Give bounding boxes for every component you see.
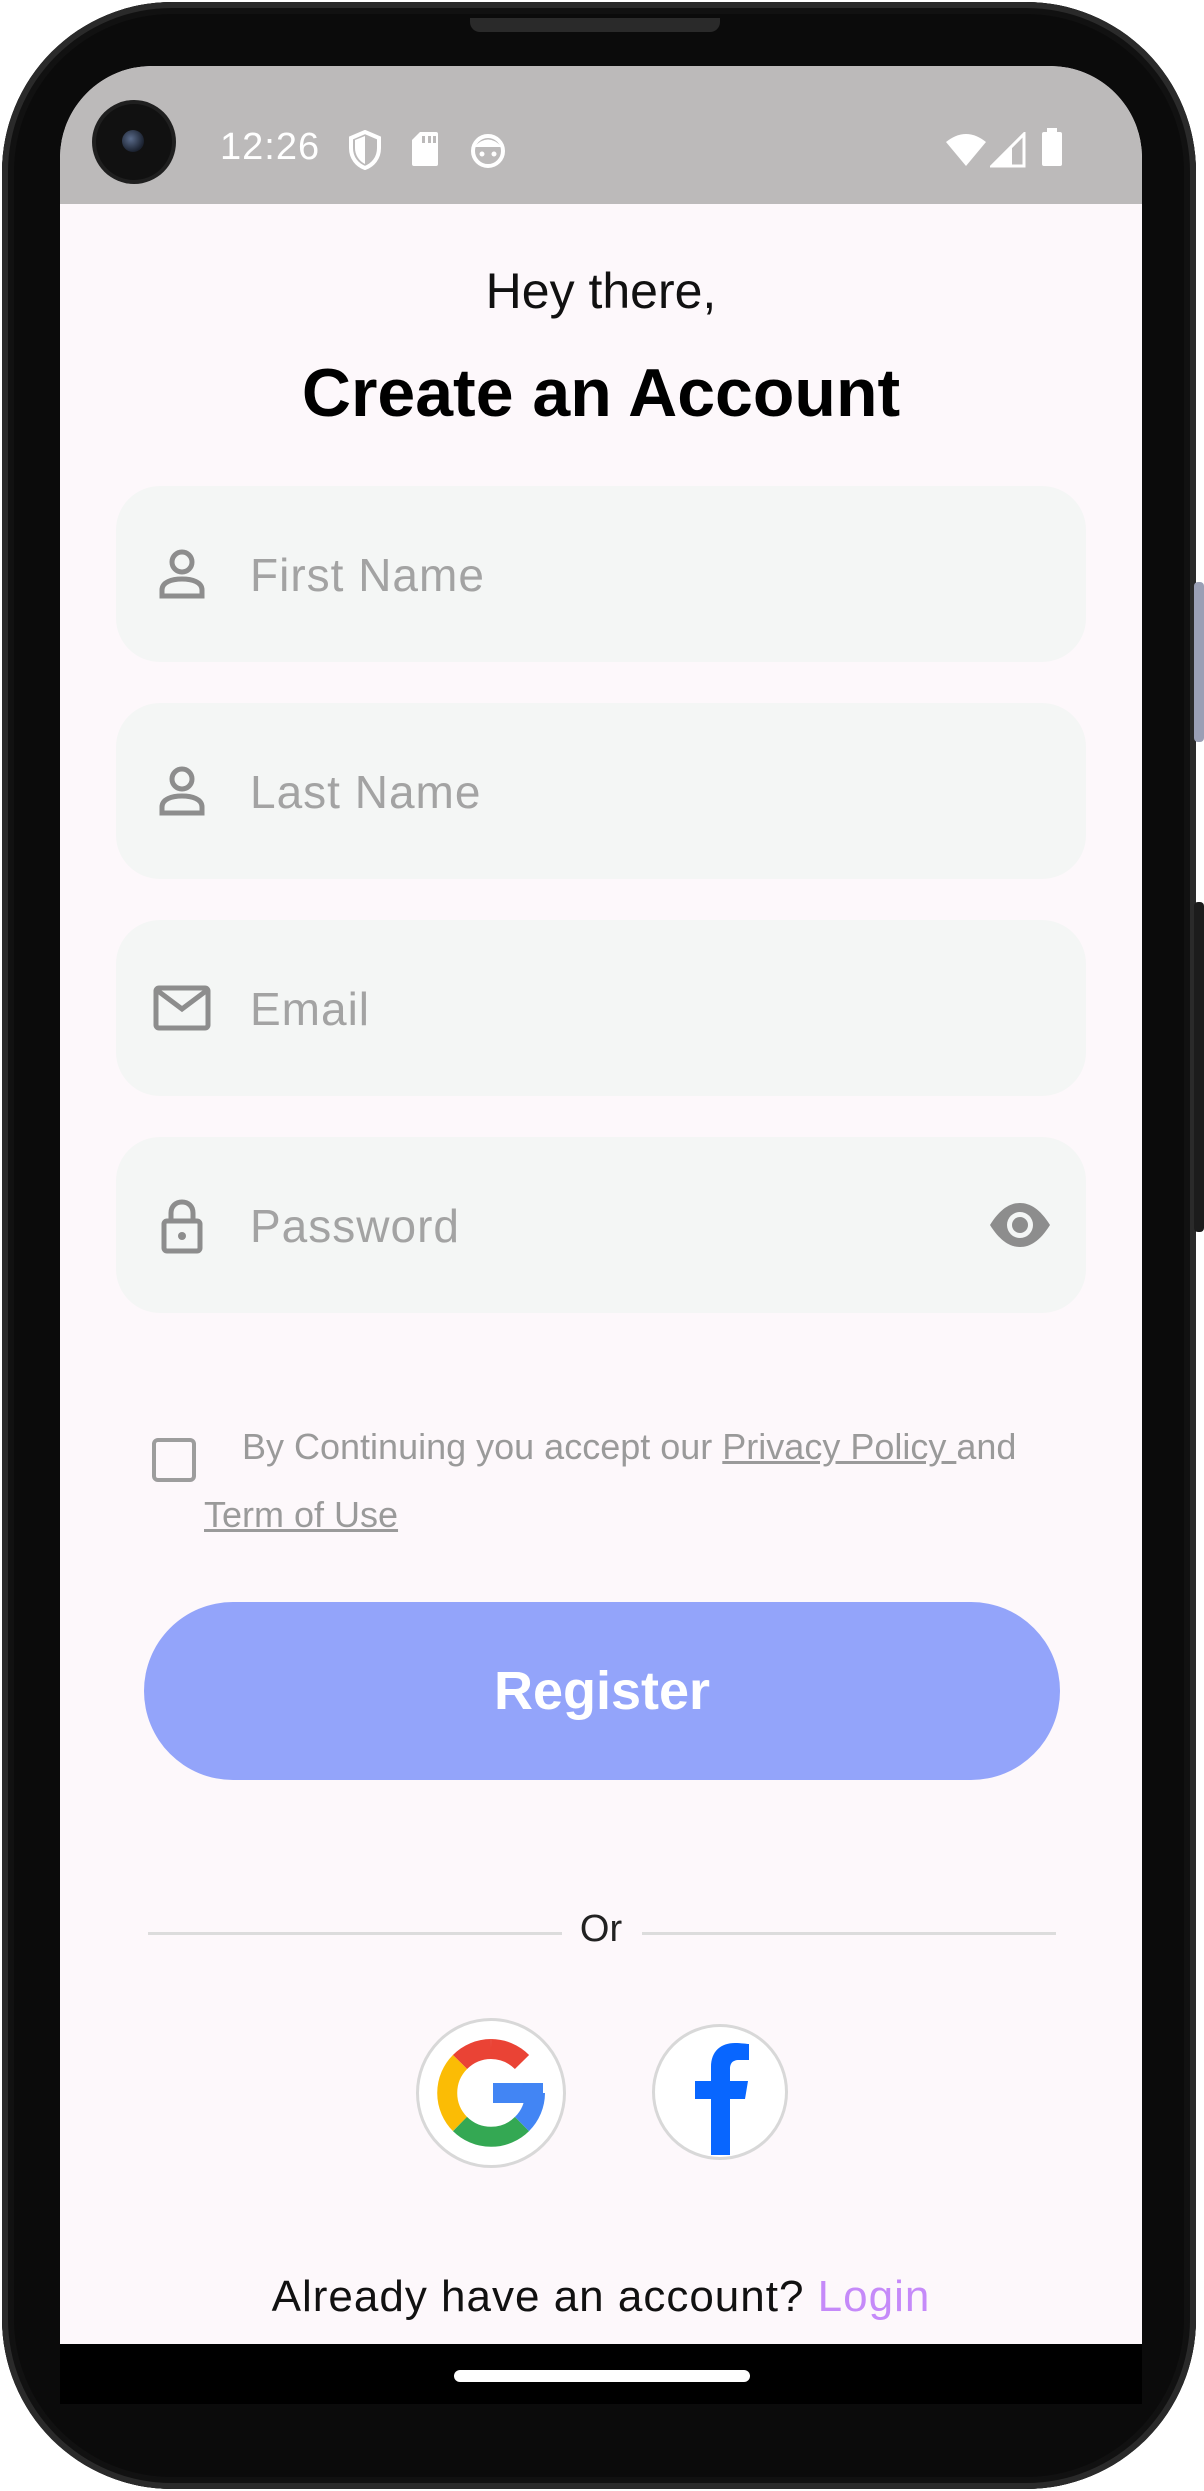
email-field[interactable] xyxy=(116,920,1086,1098)
last-name-input[interactable] xyxy=(248,703,952,881)
google-logo-icon xyxy=(437,2039,545,2147)
home-indicator[interactable] xyxy=(454,2370,750,2382)
mail-icon xyxy=(153,985,211,1031)
status-bar: 12:26 xyxy=(60,66,1142,204)
last-name-field[interactable] xyxy=(116,703,1086,881)
android-face-icon xyxy=(471,134,505,168)
facebook-sign-in-button[interactable] xyxy=(652,2024,788,2160)
person-icon xyxy=(159,549,205,599)
first-name-input[interactable] xyxy=(248,486,952,664)
email-input[interactable] xyxy=(248,920,952,1098)
sd-card-icon xyxy=(412,132,438,166)
terms-checkbox[interactable] xyxy=(152,1438,196,1482)
password-field[interactable] xyxy=(116,1137,1086,1315)
login-link[interactable]: Login xyxy=(818,2272,931,2321)
earpiece-speaker xyxy=(470,18,720,32)
status-time: 12:26 xyxy=(220,126,321,168)
lock-icon xyxy=(161,1199,203,1254)
power-button xyxy=(1194,902,1204,1232)
greeting-text: Hey there, xyxy=(485,263,717,319)
password-input[interactable] xyxy=(248,1137,952,1315)
facebook-logo-icon xyxy=(695,2043,749,2155)
google-sign-in-button[interactable] xyxy=(416,2018,566,2168)
register-button[interactable]: Register xyxy=(144,1602,1060,1780)
terms-text: By Continuing you accept our Privacy Pol… xyxy=(242,1426,1016,1468)
privacy-policy-link[interactable]: Privacy Policy xyxy=(722,1426,956,1467)
app-screen: 12:26 Hey there, Create an Account First… xyxy=(60,66,1142,2344)
cellular-signal-icon xyxy=(990,132,1026,168)
shield-icon xyxy=(349,130,381,170)
eye-icon[interactable] xyxy=(988,1195,1052,1255)
divider-right xyxy=(642,1932,1056,1935)
page-title: Create an Account xyxy=(301,355,901,431)
volume-button xyxy=(1194,582,1204,742)
first-name-field[interactable] xyxy=(116,486,1086,664)
terms-text-line2: Term of Use xyxy=(204,1494,398,1536)
terms-connector: and xyxy=(956,1426,1017,1467)
login-prompt: Already have an account? Login xyxy=(60,2272,1142,2322)
front-camera xyxy=(96,104,172,180)
person-icon xyxy=(159,766,205,816)
divider-or-text: Or xyxy=(579,1908,623,1950)
wifi-icon xyxy=(946,134,986,166)
battery-icon xyxy=(1042,128,1062,166)
term-of-use-link[interactable]: Term of Use xyxy=(204,1494,398,1535)
login-prompt-text: Already have an account? xyxy=(271,2272,818,2321)
terms-prefix: By Continuing you accept our xyxy=(242,1426,723,1467)
